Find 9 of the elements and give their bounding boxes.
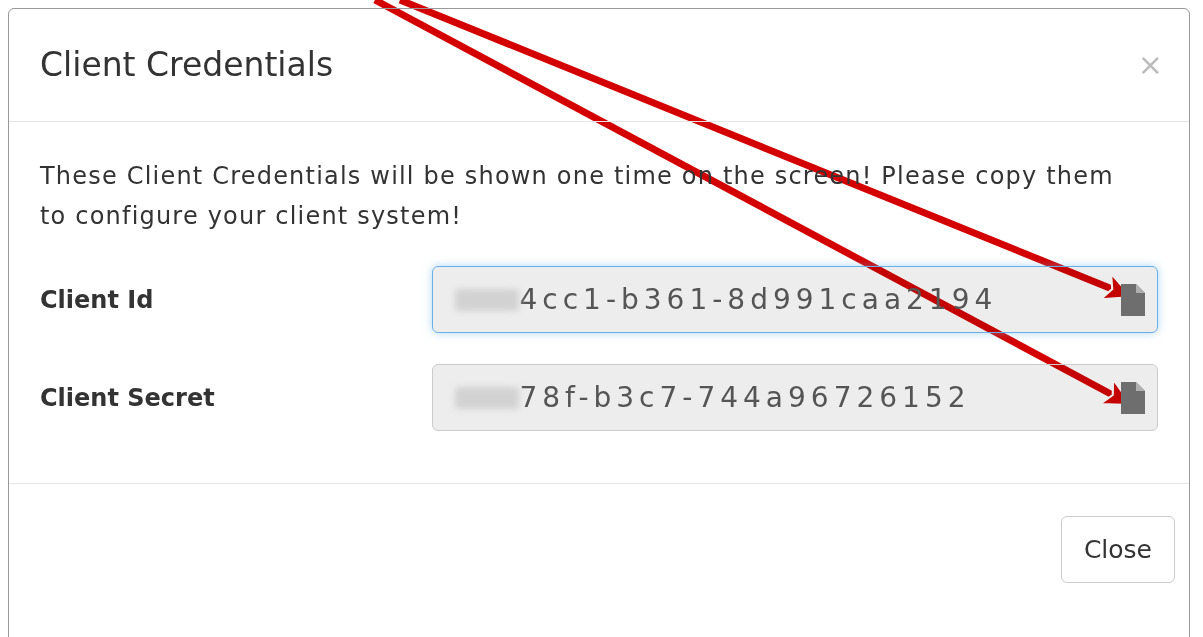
credential-field[interactable]: 78f-b3c7-744a96726152 [432, 364, 1158, 431]
blurred-text [455, 386, 520, 409]
blurred-text [455, 288, 520, 311]
dialog-title: Client Credentials [40, 44, 334, 87]
field-label: Client Id [40, 284, 155, 316]
close-button[interactable]: Close [1060, 516, 1175, 583]
document-icon[interactable] [1121, 283, 1145, 316]
field-label: Client Secret [40, 382, 216, 414]
document-icon[interactable] [1121, 381, 1145, 414]
